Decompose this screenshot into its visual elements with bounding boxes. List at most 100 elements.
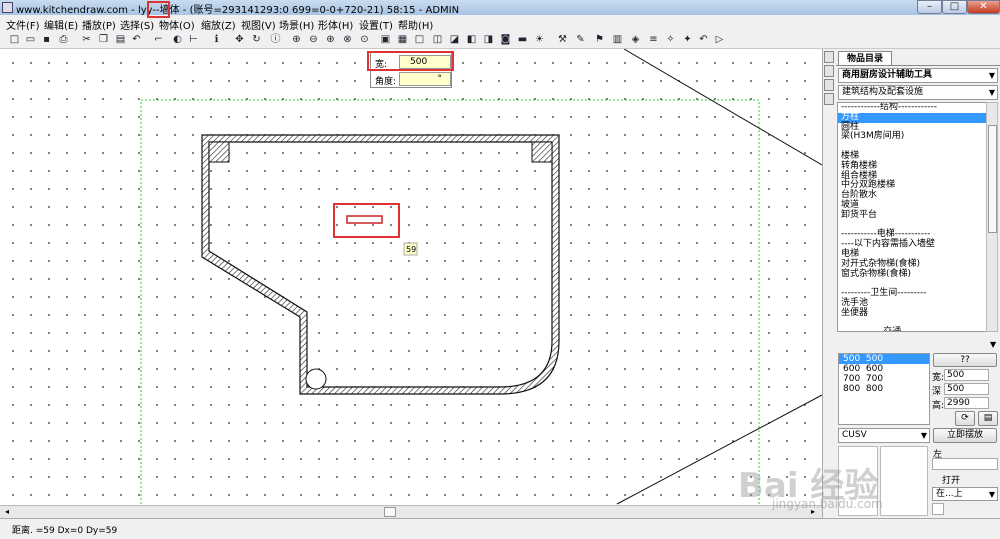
- size-list-item[interactable]: 500 500: [839, 354, 929, 364]
- width-value[interactable]: 500: [944, 369, 989, 381]
- zoom-all-icon[interactable]: ⊗: [341, 33, 354, 46]
- tab-catalog[interactable]: 物品目录: [838, 51, 892, 66]
- size-list-item[interactable]: 600 600: [839, 364, 929, 374]
- new-file-icon[interactable]: □: [8, 33, 21, 46]
- close-button[interactable]: ✕: [967, 0, 1000, 14]
- menu-scene[interactable]: 场景(H): [279, 17, 314, 32]
- zoom-window-icon[interactable]: ⊕: [324, 33, 337, 46]
- placed-object[interactable]: [346, 215, 383, 224]
- menu-shape[interactable]: 形体(H): [318, 17, 353, 32]
- size-list-item[interactable]: 700 700: [839, 374, 929, 384]
- help-button[interactable]: ??: [933, 353, 997, 367]
- list-item[interactable]: 窗式杂物梯(食梯): [838, 269, 986, 280]
- wand-icon[interactable]: ✧: [664, 33, 677, 46]
- menu-select[interactable]: 选择(S): [120, 17, 154, 32]
- size-list[interactable]: 500 500 600 600 700 700 800 800: [838, 353, 930, 425]
- cube4-icon[interactable]: ◨: [482, 33, 495, 46]
- catalog-icon[interactable]: ▥: [611, 33, 624, 46]
- box-icon[interactable]: □: [413, 33, 426, 46]
- corner-column-left[interactable]: [208, 141, 230, 163]
- scroll-thumb[interactable]: [384, 507, 396, 517]
- flag-icon[interactable]: ⚑: [593, 33, 606, 46]
- size-list-item[interactable]: 800 800: [839, 384, 929, 394]
- properties-icon[interactable]: ▤: [978, 411, 998, 426]
- side-tab-3[interactable]: [824, 79, 834, 91]
- cube3-icon[interactable]: ◧: [465, 33, 478, 46]
- horizontal-scrollbar[interactable]: ◂ ▸: [0, 505, 822, 518]
- menu-object[interactable]: 物体(O): [159, 17, 195, 32]
- depth-value[interactable]: 500: [944, 383, 989, 395]
- list-item[interactable]: 方柱: [838, 112, 986, 123]
- chevron-down-icon[interactable]: ▼: [990, 340, 996, 349]
- menu-view[interactable]: 视图(V): [241, 17, 276, 32]
- left-field[interactable]: [932, 458, 998, 470]
- info2-icon[interactable]: ⓘ: [269, 33, 282, 46]
- list-item[interactable]: ------------结构------------: [838, 103, 986, 113]
- cut-icon[interactable]: ✂: [80, 33, 93, 46]
- drawing-canvas[interactable]: 59: [0, 49, 822, 518]
- print-icon[interactable]: ⎙: [57, 33, 70, 46]
- list-item[interactable]: 卸货平台: [838, 210, 986, 221]
- list-item[interactable]: -------------交通-----------: [838, 328, 986, 331]
- menu-edit[interactable]: 编辑(E): [44, 17, 78, 32]
- zoom-out-icon[interactable]: ⊖: [307, 33, 320, 46]
- round-column[interactable]: [305, 368, 327, 390]
- info-icon[interactable]: ℹ: [210, 33, 223, 46]
- option-dropdown[interactable]: CUSV ▼: [838, 428, 930, 443]
- maximize-button[interactable]: □: [942, 0, 967, 14]
- plan-view-icon[interactable]: ▣: [379, 33, 392, 46]
- cube2-icon[interactable]: ◪: [448, 33, 461, 46]
- input-angle-field[interactable]: °: [399, 72, 451, 86]
- cube-icon[interactable]: ◫: [431, 33, 444, 46]
- list-item[interactable]: 坐便器: [838, 308, 986, 319]
- arc-icon[interactable]: ◐: [171, 33, 184, 46]
- open-folder-icon[interactable]: ▭: [24, 33, 37, 46]
- refresh-icon[interactable]: ⟳: [955, 411, 975, 426]
- category-dropdown[interactable]: 建筑结构及配套设施 ▼: [838, 85, 998, 100]
- height-value[interactable]: 2990: [944, 397, 989, 409]
- effects-icon[interactable]: ✦: [681, 33, 694, 46]
- position-dropdown[interactable]: 在...上 ▼: [932, 487, 998, 501]
- tools-icon[interactable]: ✎: [574, 33, 587, 46]
- wall-outline[interactable]: [201, 134, 560, 395]
- menu-settings[interactable]: 设置(T): [359, 17, 393, 32]
- camera-icon[interactable]: ◙: [499, 33, 512, 46]
- dimension-icon[interactable]: ⊢: [187, 33, 200, 46]
- item-list[interactable]: ------------结构------------ 方柱 圆柱 梁(H3M房间用) 楼…: [837, 102, 987, 332]
- list-item[interactable]: [838, 142, 986, 152]
- side-tab-2[interactable]: [824, 65, 834, 77]
- copy-icon[interactable]: ❐: [97, 33, 110, 46]
- place-now-button[interactable]: 立即摆放: [933, 428, 997, 443]
- small-checkbox[interactable]: [932, 503, 944, 515]
- measure-icon[interactable]: ⚒: [556, 33, 569, 46]
- draw-wall-icon[interactable]: ⌐: [152, 33, 165, 46]
- play-icon[interactable]: ▷: [713, 33, 726, 46]
- layer-icon[interactable]: ≡: [647, 33, 660, 46]
- undo-icon[interactable]: ↶: [130, 33, 143, 46]
- scroll-left-icon[interactable]: ◂: [2, 507, 12, 517]
- paint-icon[interactable]: ◈: [629, 33, 642, 46]
- paste-icon[interactable]: ▤: [114, 33, 127, 46]
- move-icon[interactable]: ✥: [233, 33, 246, 46]
- menu-help[interactable]: 帮助(H): [398, 17, 433, 32]
- menu-zoom[interactable]: 缩放(Z): [201, 17, 236, 32]
- zoom-prev-icon[interactable]: ⊙: [358, 33, 371, 46]
- menu-file[interactable]: 文件(F): [6, 17, 40, 32]
- video-icon[interactable]: ▬: [516, 33, 529, 46]
- back-icon[interactable]: ↶: [697, 33, 710, 46]
- wall-view-icon[interactable]: ▦: [396, 33, 409, 46]
- side-tab-4[interactable]: [824, 93, 834, 105]
- item-list-scrollbar[interactable]: [986, 102, 998, 332]
- list-item[interactable]: 梁(H3M房间用): [838, 132, 986, 142]
- menu-play[interactable]: 播放(P): [82, 17, 116, 32]
- corner-column-right[interactable]: [531, 141, 553, 163]
- light-icon[interactable]: ☀: [533, 33, 546, 46]
- side-tab-1[interactable]: [824, 51, 834, 63]
- item-list-scroll-thumb[interactable]: [988, 125, 997, 233]
- list-item[interactable]: 台阶散水: [838, 190, 986, 201]
- rotate-icon[interactable]: ↻: [250, 33, 263, 46]
- save-icon[interactable]: ▪: [40, 33, 53, 46]
- minimize-button[interactable]: –: [917, 0, 942, 14]
- catalog-dropdown[interactable]: 商用厨房设计辅助工具 ▼: [838, 68, 998, 83]
- zoom-in-icon[interactable]: ⊕: [290, 33, 303, 46]
